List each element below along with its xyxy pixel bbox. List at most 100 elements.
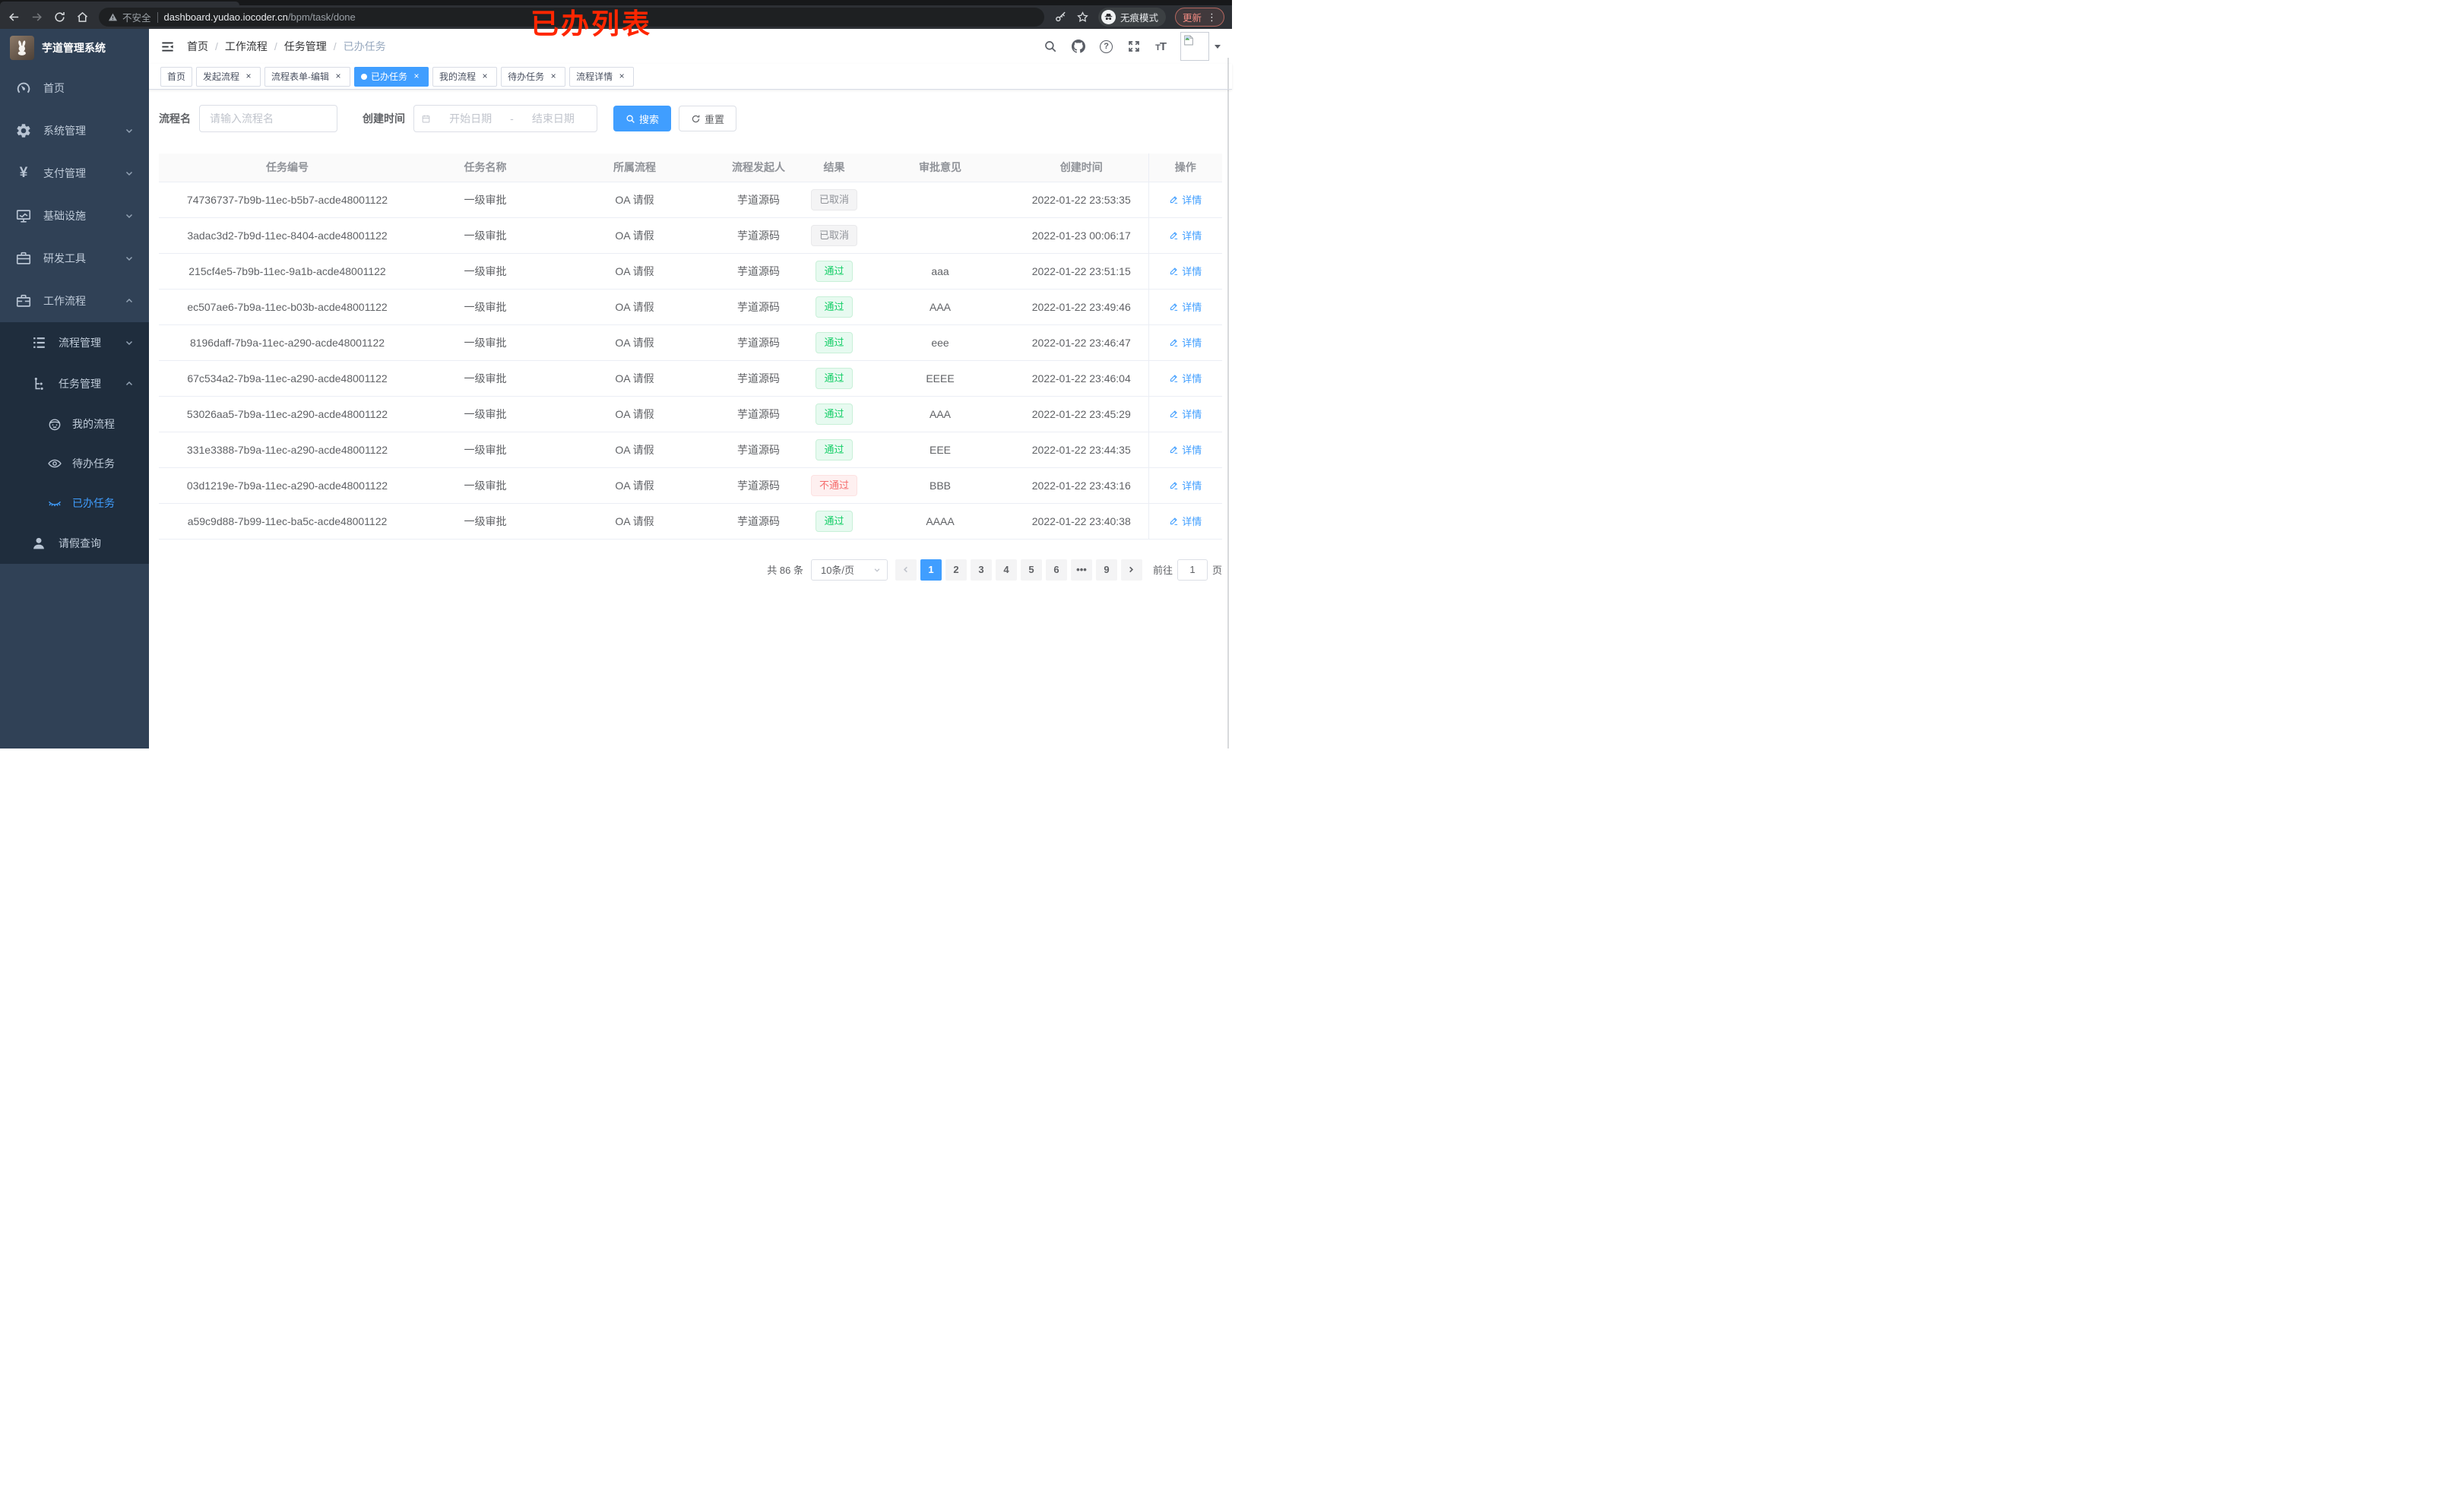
opinion-cell: aaa <box>866 253 1015 290</box>
tab-close-icon[interactable]: × <box>411 71 422 82</box>
tab-close-icon[interactable]: × <box>243 71 254 82</box>
search-button[interactable]: 搜索 <box>613 106 672 131</box>
fullscreen-icon[interactable] <box>1127 40 1141 53</box>
result-cell: 已取消 <box>803 182 866 218</box>
prev-page-button[interactable] <box>895 559 917 581</box>
sidebar-item-infrastructure[interactable]: 基础设施 <box>0 195 149 237</box>
security-label[interactable]: 不安全 <box>122 10 151 24</box>
sidebar-item-todo-tasks[interactable]: 待办任务 <box>0 444 149 483</box>
action-cell: 详情 <box>1148 396 1222 432</box>
bookmark-star-icon[interactable] <box>1076 11 1089 24</box>
reload-icon[interactable] <box>53 11 66 24</box>
header-search-icon[interactable] <box>1044 40 1057 53</box>
view-tab[interactable]: 流程详情 × <box>569 66 635 87</box>
back-icon[interactable] <box>8 11 21 24</box>
col-actions: 操作 <box>1148 153 1222 182</box>
sidebar-item-devtools[interactable]: 研发工具 <box>0 237 149 280</box>
tab-close-icon[interactable]: × <box>616 71 627 82</box>
create-time-cell: 2022-01-22 23:45:29 <box>1015 396 1148 432</box>
browser-active-tab[interactable] <box>0 2 239 5</box>
opinion-cell: EEEE <box>866 360 1015 397</box>
view-tab[interactable]: 流程表单-编辑 × <box>264 66 351 87</box>
browser-menu-icon[interactable]: ⋮ <box>1207 12 1217 22</box>
tab-close-icon[interactable]: × <box>480 71 490 82</box>
detail-link[interactable]: 详情 <box>1169 264 1202 278</box>
help-icon[interactable]: ? <box>1100 40 1113 53</box>
detail-link[interactable]: 详情 <box>1169 478 1202 492</box>
address-bar[interactable]: 不安全 dashboard.yudao.iocoder.cn/bpm/task/… <box>99 8 1044 27</box>
sidebar-item-task-management[interactable]: 任务管理 <box>0 363 149 404</box>
detail-link[interactable]: 详情 <box>1169 192 1202 207</box>
detail-link[interactable]: 详情 <box>1169 228 1202 242</box>
sidebar-item-leave-query[interactable]: 请假查询 <box>0 523 149 564</box>
incognito-label: 无痕模式 <box>1120 13 1158 24</box>
detail-link[interactable]: 详情 <box>1169 442 1202 457</box>
tab-close-icon[interactable]: × <box>548 71 559 82</box>
detail-link[interactable]: 详情 <box>1169 514 1202 528</box>
page-size-select[interactable]: 10条/页 <box>810 559 888 581</box>
opinion-cell <box>866 217 1015 254</box>
view-tab[interactable]: 发起流程 × <box>196 66 261 87</box>
sidebar-item-system[interactable]: 系统管理 <box>0 109 149 152</box>
create-time-cell: 2022-01-22 23:51:15 <box>1015 253 1148 290</box>
sidebar-logo[interactable]: 芋道管理系统 <box>0 29 149 67</box>
process-name-input[interactable] <box>199 105 337 132</box>
update-label[interactable]: 更新 <box>1183 10 1202 24</box>
page-button[interactable]: 9 <box>1095 559 1117 581</box>
date-range-picker[interactable]: 开始日期 - 结束日期 <box>413 105 597 132</box>
breadcrumb-workflow[interactable]: 工作流程 <box>225 39 268 54</box>
detail-link[interactable]: 详情 <box>1169 335 1202 350</box>
page-button[interactable]: 3 <box>970 559 992 581</box>
initiator-cell: 芋道源码 <box>714 432 803 468</box>
update-menu-button[interactable]: 更新 ⋮ <box>1174 8 1224 27</box>
next-page-button[interactable] <box>1120 559 1142 581</box>
create-time-cell: 2022-01-23 00:06:17 <box>1015 217 1148 254</box>
breadcrumb-task-management[interactable]: 任务管理 <box>284 39 327 54</box>
page-ellipsis[interactable]: ••• <box>1070 559 1092 581</box>
view-tab[interactable]: 待办任务 × <box>501 66 566 87</box>
workflow-icon <box>16 294 31 307</box>
initiator-cell: 芋道源码 <box>714 360 803 397</box>
action-cell: 详情 <box>1148 432 1222 468</box>
task-name-cell: 一级审批 <box>416 217 555 254</box>
password-key-icon[interactable] <box>1054 11 1067 24</box>
action-cell: 详情 <box>1148 503 1222 540</box>
view-tab[interactable]: 已办任务 × <box>354 66 429 87</box>
view-tab[interactable]: 我的流程 × <box>432 66 498 87</box>
detail-link[interactable]: 详情 <box>1169 407 1202 421</box>
broken-image-icon <box>1184 35 1193 46</box>
sidebar-item-workflow[interactable]: 工作流程 <box>0 280 149 322</box>
sidebar-item-done-tasks[interactable]: 已办任务 <box>0 483 149 523</box>
font-size-icon[interactable]: TT <box>1155 40 1167 53</box>
page-button[interactable]: 4 <box>995 559 1017 581</box>
create-time-cell: 2022-01-22 23:46:04 <box>1015 360 1148 397</box>
page-button[interactable]: 5 <box>1020 559 1042 581</box>
browser-tab-strip <box>0 0 1232 5</box>
detail-link[interactable]: 详情 <box>1169 371 1202 385</box>
tab-label: 首页 <box>167 71 186 82</box>
edit-pencil-icon <box>1170 410 1178 418</box>
action-cell: 详情 <box>1148 182 1222 218</box>
page-button[interactable]: 6 <box>1045 559 1067 581</box>
home-icon[interactable] <box>76 11 89 24</box>
sidebar-item-home[interactable]: 首页 <box>0 67 149 109</box>
goto-page-input[interactable] <box>1177 559 1208 581</box>
window-scrollbar[interactable] <box>1227 58 1229 748</box>
github-icon[interactable] <box>1072 40 1086 53</box>
detail-link[interactable]: 详情 <box>1169 299 1202 314</box>
avatar-menu[interactable] <box>1180 32 1221 61</box>
page-button[interactable]: 2 <box>945 559 967 581</box>
sidebar-item-payment[interactable]: ¥ 支付管理 <box>0 152 149 195</box>
forward-icon[interactable] <box>30 11 43 24</box>
calendar-icon <box>422 115 430 122</box>
view-tab[interactable]: 首页 <box>160 66 193 87</box>
sidebar-item-my-process[interactable]: 我的流程 <box>0 404 149 444</box>
reset-button[interactable]: 重置 <box>679 106 737 131</box>
page-button[interactable]: 1 <box>920 559 942 581</box>
tab-close-icon[interactable]: × <box>333 71 344 82</box>
sidebar-item-process-management[interactable]: 流程管理 <box>0 322 149 363</box>
dashboard-icon <box>17 82 30 93</box>
breadcrumb-home[interactable]: 首页 <box>187 39 208 54</box>
table-row: 74736737-7b9b-11ec-b5b7-acde48001122 一级审批… <box>159 182 1222 218</box>
sidebar-collapse-icon[interactable] <box>160 40 175 54</box>
